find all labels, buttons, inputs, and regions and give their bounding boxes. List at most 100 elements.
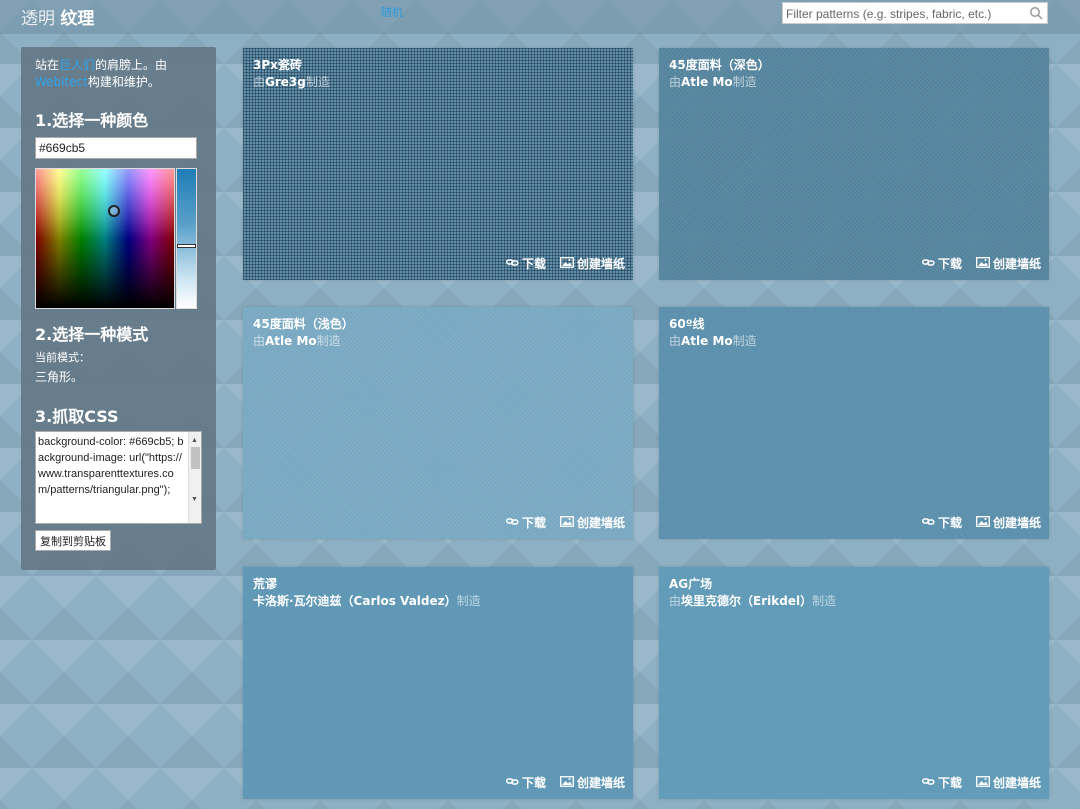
css-scrollbar[interactable]: ▲ ▼ <box>188 432 201 523</box>
create-wallpaper-button[interactable]: 创建墙纸 <box>560 255 625 272</box>
site-logo[interactable]: 透明 纹理 <box>21 4 94 29</box>
link-icon <box>506 257 519 271</box>
pattern-title: AG广场 <box>669 577 713 591</box>
pattern-author: 由Atle Mo制造 <box>669 73 757 90</box>
color-picker-field[interactable] <box>35 168 175 309</box>
card-actions: 下载 创建墙纸 <box>506 514 625 531</box>
scroll-thumb[interactable] <box>191 447 200 469</box>
pattern-author: 由埃里克德尔（Erikdel）制造 <box>669 592 836 609</box>
author-name: 卡洛斯·瓦尔迪兹（Carlos Valdez） <box>253 594 457 608</box>
author-made: 制造 <box>456 594 481 608</box>
logo-part2: 纹理 <box>60 9 95 29</box>
create-wallpaper-button[interactable]: 创建墙纸 <box>976 255 1041 272</box>
intro-pre: 站在 <box>35 58 60 72</box>
random-link[interactable]: 随机 <box>381 4 403 20</box>
pattern-card[interactable]: 45度面料（深色） 由Atle Mo制造 下载 创建墙纸 <box>659 48 1049 280</box>
intro-mid: 的肩膀上。由 <box>95 58 168 72</box>
color-picker-handle[interactable] <box>108 205 120 217</box>
pattern-title: 45度面料（深色） <box>669 58 770 72</box>
pattern-title: 3Px瓷砖 <box>253 58 302 72</box>
pattern-author: 由Gre3g制造 <box>253 73 330 90</box>
image-icon <box>976 256 990 271</box>
card-actions: 下载 创建墙纸 <box>506 255 625 272</box>
author-made: 制造 <box>732 75 757 89</box>
wallpaper-label: 创建墙纸 <box>576 257 625 271</box>
author-name: Atle Mo <box>265 334 317 348</box>
image-icon <box>976 775 990 790</box>
wallpaper-label: 创建墙纸 <box>576 516 625 530</box>
author-by: 由 <box>253 75 266 89</box>
css-text: background-color: #669cb5; background-im… <box>38 436 184 496</box>
pattern-card[interactable]: 60º线 由Atle Mo制造下载 创建墙纸 <box>659 307 1049 539</box>
create-wallpaper-button[interactable]: 创建墙纸 <box>560 774 625 791</box>
intro-post: 构建和维护。 <box>87 75 160 89</box>
wallpaper-label: 创建墙纸 <box>992 516 1041 530</box>
create-wallpaper-button[interactable]: 创建墙纸 <box>976 774 1041 791</box>
link-icon <box>922 257 935 271</box>
image-icon <box>560 256 574 271</box>
author-made: 制造 <box>732 334 757 348</box>
search-icon[interactable] <box>1029 5 1043 24</box>
hue-slider-handle[interactable] <box>177 244 196 248</box>
download-label: 下载 <box>521 516 546 530</box>
webitect-link[interactable]: Webitect <box>35 75 88 89</box>
link-icon <box>922 776 935 790</box>
image-icon <box>560 775 574 790</box>
card-actions: 下载 创建墙纸 <box>922 255 1041 272</box>
card-actions: 下载 创建墙纸 <box>506 774 625 791</box>
create-wallpaper-button[interactable]: 创建墙纸 <box>560 514 625 531</box>
download-button[interactable]: 下载 <box>506 255 546 272</box>
logo-part1: 透明 <box>21 9 55 29</box>
author-name: 埃里克德尔（Erikdel） <box>681 594 813 608</box>
author-by: 由 <box>253 334 266 348</box>
link-icon <box>506 776 519 790</box>
download-button[interactable]: 下载 <box>506 774 546 791</box>
pattern-title: 45度面料（浅色） <box>253 317 354 331</box>
author-made: 制造 <box>305 75 330 89</box>
download-button[interactable]: 下载 <box>506 514 546 531</box>
wallpaper-label: 创建墙纸 <box>576 776 625 790</box>
download-label: 下载 <box>937 516 962 530</box>
pattern-title: 荒谬 <box>253 577 278 591</box>
top-bar: 透明 纹理 随机 <box>0 0 1080 34</box>
download-button[interactable]: 下载 <box>922 774 962 791</box>
download-button[interactable]: 下载 <box>922 514 962 531</box>
css-output-textarea[interactable]: background-color: #669cb5; background-im… <box>35 431 202 524</box>
download-button[interactable]: 下载 <box>922 255 962 272</box>
copy-to-clipboard-button[interactable]: 复制到剪贴板 <box>35 530 111 551</box>
giants-link[interactable]: 巨人们 <box>59 58 95 72</box>
sidebar: 站在巨人们的肩膀上。由 Webitect构建和维护。 1.选择一种颜色 2.选择… <box>21 47 216 570</box>
pattern-author: 由Atle Mo制造 <box>669 332 757 349</box>
create-wallpaper-button[interactable]: 创建墙纸 <box>976 514 1041 531</box>
image-icon <box>560 515 574 530</box>
step1-heading: 1.选择一种颜色 <box>35 111 149 130</box>
pattern-title: 60º线 <box>669 317 705 331</box>
wallpaper-label: 创建墙纸 <box>992 257 1041 271</box>
pattern-card[interactable]: 荒谬 卡洛斯·瓦尔迪兹（Carlos Valdez）制造 下载 创建墙纸 <box>243 567 633 799</box>
download-label: 下载 <box>521 257 546 271</box>
pattern-author: 卡洛斯·瓦尔迪兹（Carlos Valdez）制造 <box>253 592 481 609</box>
author-by: 由 <box>669 594 682 608</box>
download-label: 下载 <box>937 776 962 790</box>
link-icon <box>506 516 519 530</box>
search-input[interactable] <box>783 4 1023 24</box>
card-actions: 下载 创建墙纸 <box>922 774 1041 791</box>
author-by: 由 <box>669 334 682 348</box>
pattern-card[interactable]: AG广场 由埃里克德尔（Erikdel）制造下载 创建墙纸 <box>659 567 1049 799</box>
author-by: 由 <box>669 75 682 89</box>
link-icon <box>922 516 935 530</box>
pattern-card[interactable]: 45度面料（浅色） 由Atle Mo制造下载 创建墙纸 <box>243 307 633 539</box>
pattern-card[interactable]: 3Px瓷砖 由Gre3g制造 下载 创建墙纸 <box>243 48 633 280</box>
author-made: 制造 <box>316 334 341 348</box>
current-mode-label: 当前模式： <box>35 351 90 364</box>
card-actions: 下载 创建墙纸 <box>922 514 1041 531</box>
image-icon <box>976 515 990 530</box>
download-label: 下载 <box>521 776 546 790</box>
scroll-down-icon[interactable]: ▼ <box>191 492 198 508</box>
author-name: Gre3g <box>265 75 306 89</box>
current-mode-value: 三角形。 <box>35 370 84 384</box>
color-hex-input[interactable] <box>35 137 197 159</box>
author-name: Atle Mo <box>681 75 733 89</box>
hue-slider[interactable] <box>176 168 197 309</box>
picker-overlay <box>36 169 174 308</box>
